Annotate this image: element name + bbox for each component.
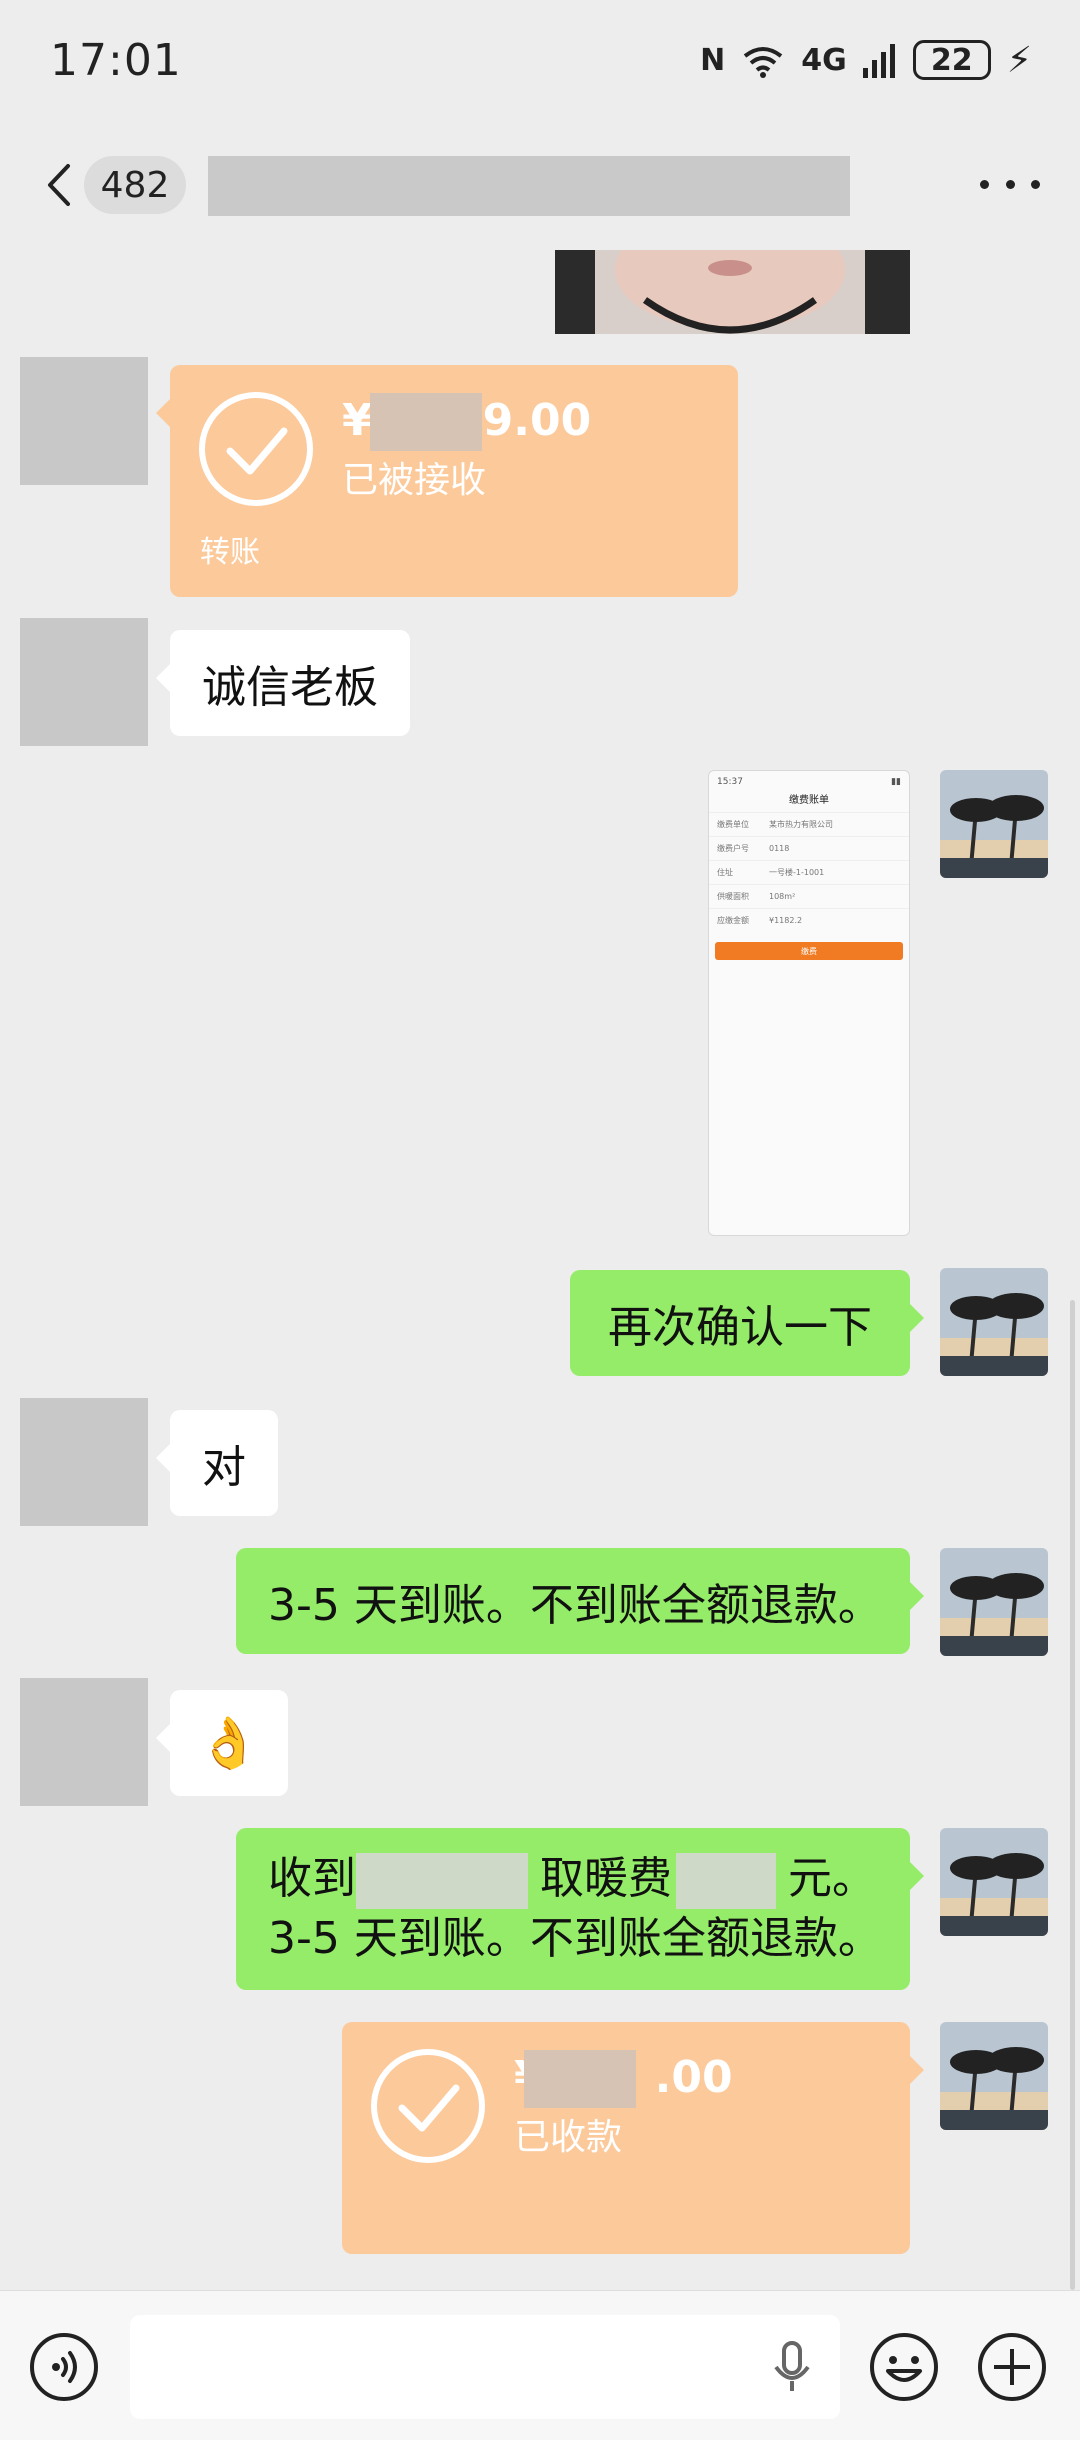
self-avatar[interactable]	[940, 1268, 1048, 1376]
more-dots-icon[interactable]	[980, 164, 1040, 204]
screenshot-title: 缴费账单	[789, 795, 829, 806]
screenshot-time: 15:37	[717, 777, 743, 787]
charging-icon: ⚡	[1006, 39, 1032, 81]
transfer-status: 已被接收	[342, 460, 487, 501]
screenshot-row-value: 一号楼-1-1001	[769, 868, 825, 877]
self-avatar[interactable]	[940, 770, 1048, 878]
transfer-card-received[interactable]: ¥9.00 已被接收 转账	[156, 365, 738, 597]
message-bubble-outgoing[interactable]: 再次确认一下	[570, 1270, 924, 1376]
chat-title-redacted	[208, 156, 850, 216]
message-text-line1: 收到 取暖费 元。	[268, 1849, 876, 1909]
self-avatar[interactable]	[940, 1828, 1048, 1936]
message-text: 对	[202, 1442, 246, 1493]
wifi-icon	[743, 47, 783, 78]
message-bubble-incoming[interactable]: 诚信老板	[156, 630, 410, 736]
image-message-partial[interactable]	[555, 250, 910, 334]
screenshot-row: 缴费单位 某市热力有限公司	[709, 812, 909, 836]
message-text: 再次确认一下	[608, 1302, 872, 1353]
screenshot-row-value: 108m²	[769, 892, 796, 901]
screenshot-row-key: 住址	[717, 868, 733, 877]
unread-count-badge[interactable]: 482	[84, 156, 186, 214]
message-input[interactable]	[130, 2315, 840, 2419]
message-text: 3-5 天到账。不到账全额退款。	[268, 1580, 882, 1631]
status-icons: N 4G 22 ⚡	[700, 40, 1032, 81]
message-text: 诚信老板	[202, 662, 378, 713]
screenshot-row: 应缴金额 ¥1182.2	[709, 908, 909, 932]
signal-icon	[862, 44, 895, 78]
message-bubble-incoming[interactable]: 对	[156, 1410, 278, 1516]
transfer-card-sent[interactable]: ¥.00 已收款	[342, 2022, 924, 2254]
battery-level: 22	[912, 40, 991, 80]
amount-redacted	[676, 1853, 776, 1909]
status-bar: 17:01 N 4G 22 ⚡	[0, 0, 1080, 120]
text-redacted	[356, 1853, 528, 1909]
contact-avatar-redacted[interactable]	[20, 618, 148, 746]
scrollbar[interactable]	[1070, 1300, 1075, 2290]
screenshot-row: 缴费户号 0118	[709, 836, 909, 860]
screenshot-row-value: 某市热力有限公司	[769, 820, 833, 829]
contact-avatar-redacted[interactable]	[20, 357, 148, 485]
amount-redacted	[370, 393, 482, 451]
screenshot-rows: 缴费单位 某市热力有限公司缴费户号 0118 住址 一号楼-1-1001 供暖面积 108m…	[709, 812, 909, 932]
transfer-status: 已收款	[514, 2117, 623, 2158]
plus-icon[interactable]	[976, 2331, 1048, 2403]
contact-avatar-redacted[interactable]	[20, 1678, 148, 1806]
screenshot-row-key: 缴费单位	[717, 820, 749, 829]
screenshot-row-value: 0118	[769, 844, 790, 853]
emoji-icon[interactable]	[868, 2331, 940, 2403]
contact-avatar-redacted[interactable]	[20, 1398, 148, 1526]
screenshot-row: 供暖面积 108m²	[709, 884, 909, 908]
microphone-icon[interactable]	[756, 2331, 828, 2403]
chevron-left-icon[interactable]	[38, 160, 88, 210]
check-circle-icon	[199, 392, 313, 506]
screenshot-row: 住址 一号楼-1-1001	[709, 860, 909, 884]
self-avatar[interactable]	[940, 2022, 1048, 2130]
message-bubble-incoming[interactable]: 👌	[156, 1690, 288, 1796]
screenshot-pay-button: 缴费	[715, 942, 903, 960]
message-text-line2: 3-5 天到账。不到账全额退款。	[268, 1913, 882, 1964]
voice-icon[interactable]	[28, 2331, 100, 2403]
message-bubble-outgoing[interactable]: 3-5 天到账。不到账全额退款。	[236, 1548, 924, 1654]
check-circle-icon	[371, 2049, 485, 2163]
network-type: 4G	[801, 42, 847, 78]
status-time: 17:01	[50, 34, 182, 86]
screenshot-row-value: ¥1182.2	[769, 916, 803, 925]
message-bubble-outgoing[interactable]: 收到 取暖费 元。 3-5 天到账。不到账全额退款。	[236, 1828, 924, 1990]
input-bar	[0, 2290, 1080, 2440]
screenshot-status: 15:37 ▮▮	[717, 777, 901, 787]
image-message-screenshot[interactable]: 15:37 ▮▮ 缴费账单 缴费单位 某市热力有限公司缴费户号 0118 住址 一号楼-1…	[708, 770, 910, 1236]
self-avatar[interactable]	[940, 1548, 1048, 1656]
screenshot-row-key: 供暖面积	[717, 892, 749, 901]
screenshot-row-key: 缴费户号	[717, 844, 749, 853]
nfc-icon: N	[700, 42, 726, 78]
chat-header: 482	[0, 130, 1080, 240]
amount-redacted	[524, 2050, 636, 2108]
transfer-footer-label: 转账	[200, 535, 260, 570]
screenshot-row-key: 应缴金额	[717, 916, 749, 925]
ok-hand-emoji: 👌	[197, 1713, 261, 1772]
